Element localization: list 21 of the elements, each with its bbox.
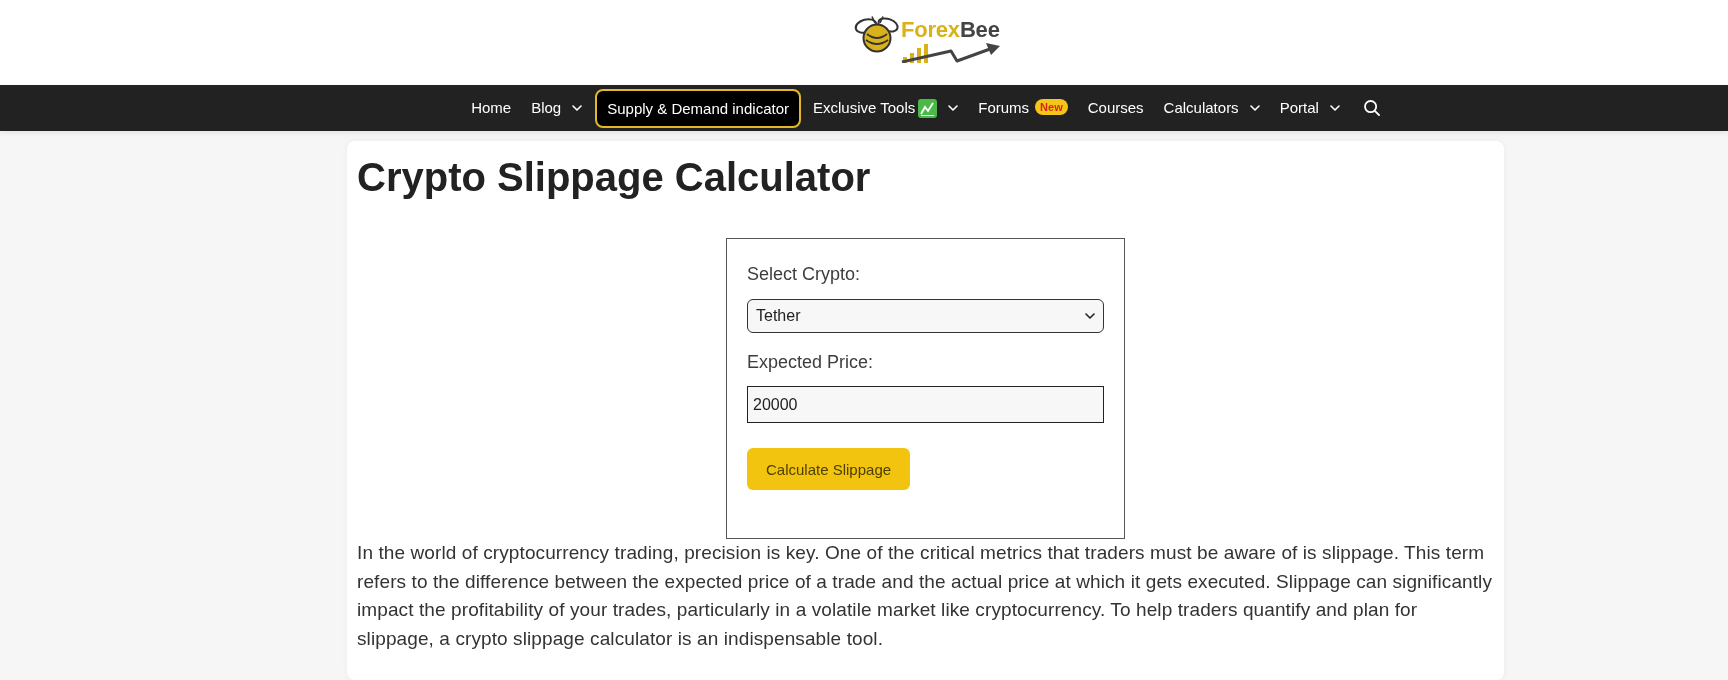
chart-arrow-icon [901, 41, 1001, 63]
featured-nav-button[interactable]: Supply & Demand indicator [595, 88, 801, 128]
field-label: Select Crypto: [747, 263, 861, 286]
nav-link[interactable]: Home [471, 98, 512, 118]
nav-link[interactable]: Exclusive Tools [813, 98, 959, 118]
crypto-select[interactable]: Tether [747, 299, 1104, 333]
nav-link[interactable]: Calculators [1163, 98, 1260, 118]
nav-link[interactable]: Courses [1087, 98, 1144, 118]
field-label: Expected Price: [747, 351, 874, 374]
price-input[interactable]: 20000 [747, 386, 1104, 423]
chevron-icon [1085, 313, 1095, 319]
nav-link[interactable]: Portal [1279, 98, 1340, 118]
nav-link[interactable]: Forums [978, 98, 1030, 118]
nav-link[interactable]: Blog [531, 98, 583, 118]
bee-icon [854, 15, 900, 53]
intro-paragraph: In the world of cryptocurrency trading, precision is key. One of the critical metrics that traders must be aware of is slippage. This term refers to the difference between the expected price of a trade and the actual price at which it gets executed. Slippage can significantly impact the profitability of your trades, particularly in a volatile market like cryptocurrency. To help traders quantify and plan for slippage, a crypto slippage calculator is an indispensable tool. [357, 541, 1494, 652]
page-title: Crypto Slippage Calculator [357, 154, 871, 201]
search-icon[interactable] [1363, 100, 1380, 116]
new-badge: New [1035, 99, 1068, 115]
calculate-button[interactable]: Calculate Slippage [747, 448, 911, 490]
logo-wordmark[interactable]: ForexBee [901, 20, 1000, 40]
